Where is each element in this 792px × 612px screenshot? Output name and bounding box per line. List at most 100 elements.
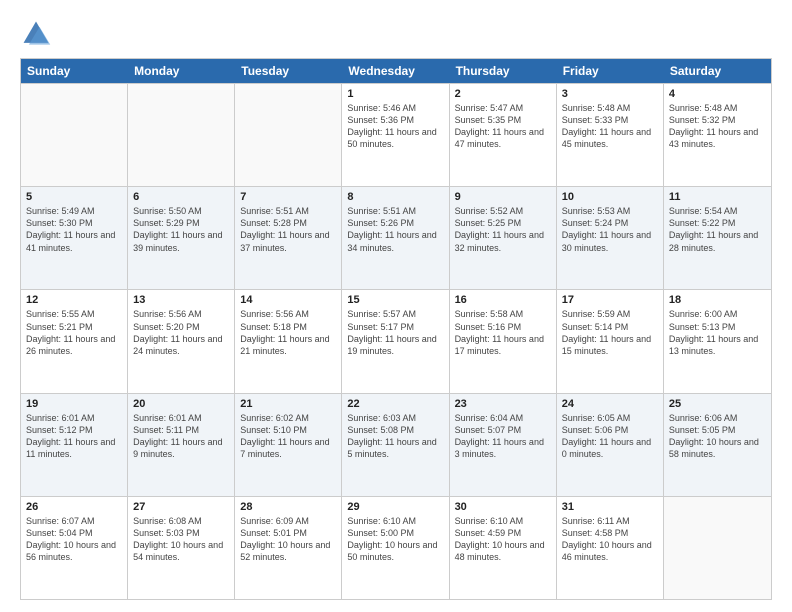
header-cell-wednesday: Wednesday: [342, 59, 449, 83]
cell-info: Sunrise: 6:06 AM Sunset: 5:05 PM Dayligh…: [669, 412, 766, 461]
calendar-cell-empty: [128, 84, 235, 186]
cell-info: Sunrise: 5:49 AM Sunset: 5:30 PM Dayligh…: [26, 205, 122, 254]
calendar-cell-empty: [664, 497, 771, 599]
day-number: 13: [133, 294, 229, 306]
cell-info: Sunrise: 6:00 AM Sunset: 5:13 PM Dayligh…: [669, 308, 766, 357]
cell-info: Sunrise: 6:04 AM Sunset: 5:07 PM Dayligh…: [455, 412, 551, 461]
day-number: 29: [347, 501, 443, 513]
cell-info: Sunrise: 6:10 AM Sunset: 4:59 PM Dayligh…: [455, 515, 551, 564]
header-cell-friday: Friday: [557, 59, 664, 83]
day-number: 30: [455, 501, 551, 513]
day-number: 26: [26, 501, 122, 513]
logo: [20, 18, 58, 50]
cell-info: Sunrise: 6:02 AM Sunset: 5:10 PM Dayligh…: [240, 412, 336, 461]
day-number: 18: [669, 294, 766, 306]
calendar-cell-day-21: 21Sunrise: 6:02 AM Sunset: 5:10 PM Dayli…: [235, 394, 342, 496]
day-number: 5: [26, 191, 122, 203]
cell-info: Sunrise: 5:48 AM Sunset: 5:32 PM Dayligh…: [669, 102, 766, 151]
top-section: [20, 18, 772, 50]
calendar-cell-day-15: 15Sunrise: 5:57 AM Sunset: 5:17 PM Dayli…: [342, 290, 449, 392]
cell-info: Sunrise: 6:09 AM Sunset: 5:01 PM Dayligh…: [240, 515, 336, 564]
calendar-cell-day-10: 10 Sunrise: 5:53 AM Sunset: 5:24 PM Dayli…: [557, 187, 664, 289]
calendar-cell-day-29: 29 Sunrise: 6:10 AM Sunset: 5:00 PM Dayli…: [342, 497, 449, 599]
calendar: SundayMondayTuesdayWednesdayThursdayFrid…: [20, 58, 772, 600]
calendar-cell-day-9: 9Sunrise: 5:52 AM Sunset: 5:25 PM Daylig…: [450, 187, 557, 289]
header-cell-monday: Monday: [128, 59, 235, 83]
calendar-cell-day-3: 3 Sunrise: 5:48 AM Sunset: 5:33 PM Daylig…: [557, 84, 664, 186]
cell-info: Sunrise: 6:01 AM Sunset: 5:12 PM Dayligh…: [26, 412, 122, 461]
calendar-cell-day-27: 27 Sunrise: 6:08 AM Sunset: 5:03 PM Dayli…: [128, 497, 235, 599]
calendar-cell-day-23: 23Sunrise: 6:04 AM Sunset: 5:07 PM Dayli…: [450, 394, 557, 496]
header-cell-thursday: Thursday: [450, 59, 557, 83]
cell-info: Sunrise: 6:07 AM Sunset: 5:04 PM Dayligh…: [26, 515, 122, 564]
calendar-cell-day-20: 20 Sunrise: 6:01 AM Sunset: 5:11 PM Dayli…: [128, 394, 235, 496]
calendar-row: 19 Sunrise: 6:01 AM Sunset: 5:12 PM Dayli…: [21, 393, 771, 496]
calendar-cell-day-31: 31 Sunrise: 6:11 AM Sunset: 4:58 PM Dayli…: [557, 497, 664, 599]
calendar-row: 12 Sunrise: 5:55 AM Sunset: 5:21 PM Dayli…: [21, 289, 771, 392]
day-number: 12: [26, 294, 122, 306]
calendar-cell-day-28: 28 Sunrise: 6:09 AM Sunset: 5:01 PM Dayli…: [235, 497, 342, 599]
header-cell-saturday: Saturday: [664, 59, 771, 83]
day-number: 8: [347, 191, 443, 203]
cell-info: Sunrise: 5:53 AM Sunset: 5:24 PM Dayligh…: [562, 205, 658, 254]
calendar-cell-day-19: 19 Sunrise: 6:01 AM Sunset: 5:12 PM Dayli…: [21, 394, 128, 496]
calendar-cell-day-8: 8 Sunrise: 5:51 AM Sunset: 5:26 PM Daylig…: [342, 187, 449, 289]
cell-info: Sunrise: 5:51 AM Sunset: 5:26 PM Dayligh…: [347, 205, 443, 254]
day-number: 16: [455, 294, 551, 306]
calendar-cell-day-18: 18 Sunrise: 6:00 AM Sunset: 5:13 PM Dayli…: [664, 290, 771, 392]
cell-info: Sunrise: 5:56 AM Sunset: 5:20 PM Dayligh…: [133, 308, 229, 357]
cell-info: Sunrise: 6:03 AM Sunset: 5:08 PM Dayligh…: [347, 412, 443, 461]
calendar-row: 26 Sunrise: 6:07 AM Sunset: 5:04 PM Dayli…: [21, 496, 771, 599]
calendar-cell-day-22: 22 Sunrise: 6:03 AM Sunset: 5:08 PM Dayli…: [342, 394, 449, 496]
day-number: 24: [562, 398, 658, 410]
calendar-cell-day-14: 14 Sunrise: 5:56 AM Sunset: 5:18 PM Dayli…: [235, 290, 342, 392]
day-number: 1: [347, 88, 443, 100]
cell-info: Sunrise: 5:50 AM Sunset: 5:29 PM Dayligh…: [133, 205, 229, 254]
day-number: 22: [347, 398, 443, 410]
cell-info: Sunrise: 6:01 AM Sunset: 5:11 PM Dayligh…: [133, 412, 229, 461]
day-number: 20: [133, 398, 229, 410]
calendar-body: 1 Sunrise: 5:46 AM Sunset: 5:36 PM Daylig…: [21, 83, 771, 599]
calendar-cell-day-1: 1 Sunrise: 5:46 AM Sunset: 5:36 PM Daylig…: [342, 84, 449, 186]
calendar-cell-empty: [21, 84, 128, 186]
cell-info: Sunrise: 5:57 AM Sunset: 5:17 PM Dayligh…: [347, 308, 443, 357]
cell-info: Sunrise: 5:58 AM Sunset: 5:16 PM Dayligh…: [455, 308, 551, 357]
day-number: 19: [26, 398, 122, 410]
calendar-row: 1 Sunrise: 5:46 AM Sunset: 5:36 PM Daylig…: [21, 83, 771, 186]
page: SundayMondayTuesdayWednesdayThursdayFrid…: [0, 0, 792, 612]
cell-info: Sunrise: 5:55 AM Sunset: 5:21 PM Dayligh…: [26, 308, 122, 357]
header-cell-sunday: Sunday: [21, 59, 128, 83]
calendar-cell-day-4: 4 Sunrise: 5:48 AM Sunset: 5:32 PM Daylig…: [664, 84, 771, 186]
cell-info: Sunrise: 6:10 AM Sunset: 5:00 PM Dayligh…: [347, 515, 443, 564]
calendar-cell-day-2: 2Sunrise: 5:47 AM Sunset: 5:35 PM Daylig…: [450, 84, 557, 186]
cell-info: Sunrise: 5:52 AM Sunset: 5:25 PM Dayligh…: [455, 205, 551, 254]
day-number: 6: [133, 191, 229, 203]
day-number: 31: [562, 501, 658, 513]
cell-info: Sunrise: 5:46 AM Sunset: 5:36 PM Dayligh…: [347, 102, 443, 151]
calendar-cell-day-12: 12 Sunrise: 5:55 AM Sunset: 5:21 PM Dayli…: [21, 290, 128, 392]
calendar-row: 5 Sunrise: 5:49 AM Sunset: 5:30 PM Daylig…: [21, 186, 771, 289]
calendar-cell-day-17: 17Sunrise: 5:59 AM Sunset: 5:14 PM Dayli…: [557, 290, 664, 392]
calendar-cell-empty: [235, 84, 342, 186]
header-cell-tuesday: Tuesday: [235, 59, 342, 83]
calendar-cell-day-13: 13 Sunrise: 5:56 AM Sunset: 5:20 PM Dayli…: [128, 290, 235, 392]
cell-info: Sunrise: 6:08 AM Sunset: 5:03 PM Dayligh…: [133, 515, 229, 564]
cell-info: Sunrise: 6:05 AM Sunset: 5:06 PM Dayligh…: [562, 412, 658, 461]
calendar-cell-day-7: 7Sunrise: 5:51 AM Sunset: 5:28 PM Daylig…: [235, 187, 342, 289]
cell-info: Sunrise: 5:56 AM Sunset: 5:18 PM Dayligh…: [240, 308, 336, 357]
day-number: 10: [562, 191, 658, 203]
cell-info: Sunrise: 6:11 AM Sunset: 4:58 PM Dayligh…: [562, 515, 658, 564]
calendar-header: SundayMondayTuesdayWednesdayThursdayFrid…: [21, 59, 771, 83]
day-number: 3: [562, 88, 658, 100]
day-number: 14: [240, 294, 336, 306]
day-number: 28: [240, 501, 336, 513]
day-number: 25: [669, 398, 766, 410]
calendar-cell-day-5: 5 Sunrise: 5:49 AM Sunset: 5:30 PM Daylig…: [21, 187, 128, 289]
calendar-cell-day-24: 24 Sunrise: 6:05 AM Sunset: 5:06 PM Dayli…: [557, 394, 664, 496]
cell-info: Sunrise: 5:48 AM Sunset: 5:33 PM Dayligh…: [562, 102, 658, 151]
calendar-cell-day-11: 11Sunrise: 5:54 AM Sunset: 5:22 PM Dayli…: [664, 187, 771, 289]
calendar-cell-day-30: 30 Sunrise: 6:10 AM Sunset: 4:59 PM Dayli…: [450, 497, 557, 599]
day-number: 27: [133, 501, 229, 513]
cell-info: Sunrise: 5:47 AM Sunset: 5:35 PM Dayligh…: [455, 102, 551, 151]
day-number: 4: [669, 88, 766, 100]
